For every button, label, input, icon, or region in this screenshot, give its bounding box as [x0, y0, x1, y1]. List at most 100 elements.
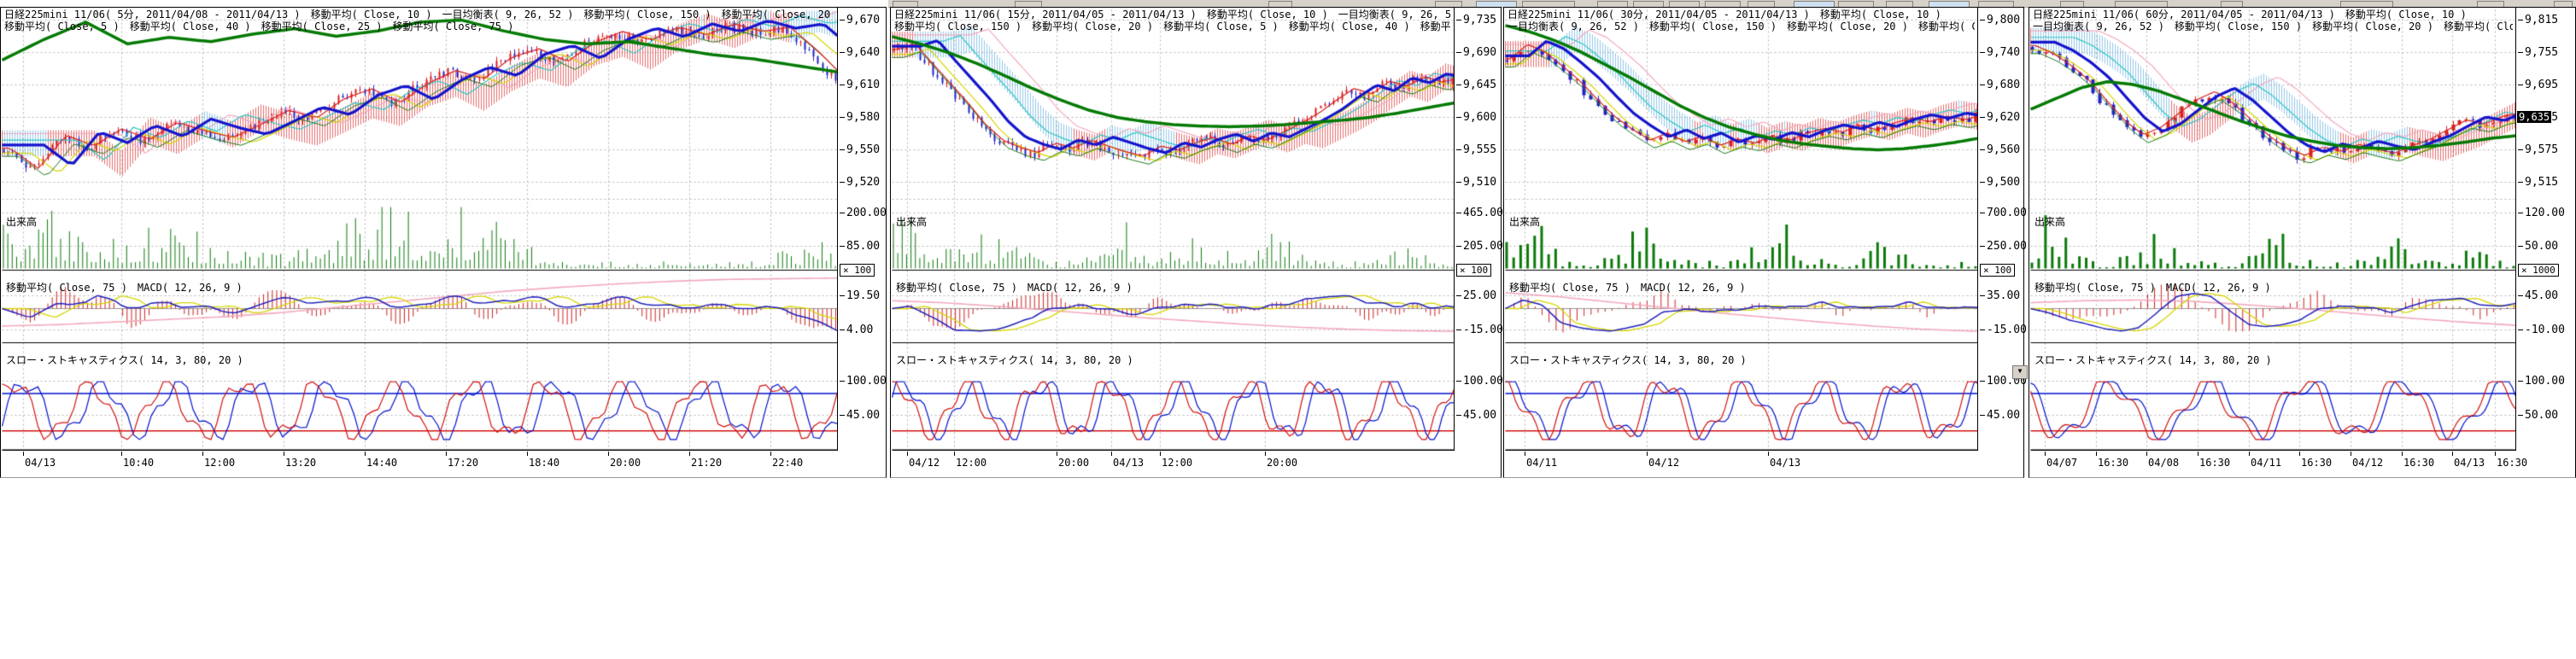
axis-tick [1980, 117, 1985, 118]
time-axis-label: 13:20 [285, 457, 316, 469]
chart-indicator-legend: 一目均衡表( 9, 26, 52 ) 移動平均( Close, 150 ) 移動… [2033, 21, 2513, 32]
axis-value-label: 250.00 [1980, 240, 2027, 253]
time-axis-label: 14:40 [366, 457, 397, 469]
axis-divider [1454, 8, 1455, 451]
axis-tick [2518, 295, 2523, 296]
candlestick-chart-canvas[interactable] [2030, 9, 2515, 451]
candlestick-chart-canvas[interactable] [1505, 9, 1977, 451]
axis-tick [840, 295, 845, 296]
volume-section-label: 出来高 [1509, 214, 1540, 229]
axis-value-label: 9,555 [1456, 143, 1496, 156]
chart-window-30min: 日経225mini 11/06( 30分, 2011/04/05 - 2011/… [1503, 7, 2024, 478]
axis-tick [840, 52, 845, 53]
axis-value-label: 9,670 [840, 14, 880, 26]
axis-value-label: 9,690 [1456, 46, 1496, 59]
axis-value-label: 9,560 [1980, 143, 2020, 156]
axis-tick [840, 117, 845, 118]
chart-title: 日経225mini 11/06( 30分, 2011/04/05 - 2011/… [1508, 9, 1975, 20]
axis-value-label: 9,640 [840, 46, 880, 59]
time-axis-label: 10:40 [123, 457, 154, 469]
axis-value-label: 25.00 [1456, 289, 1496, 302]
axis-tick [2518, 52, 2523, 53]
time-axis-label: 16:30 [2497, 457, 2527, 469]
axis-value-label: -15.00 [1456, 324, 1503, 336]
time-axis-label: 16:30 [2199, 457, 2230, 469]
axis-tick [1980, 182, 1985, 183]
volume-section-label: 出来高 [2034, 214, 2065, 229]
axis-value-label: 45.00 [2518, 289, 2558, 302]
chart-indicator-legend: 移動平均( Close, 5 ) 移動平均( Close, 40 ) 移動平均(… [4, 21, 834, 32]
axis-tick [1980, 295, 1985, 296]
time-axis-tick [2249, 452, 2250, 456]
macd-section-label: 移動平均( Close, 75 ) MACD( 12, 26, 9 ) [896, 280, 1133, 295]
axis-value-label: -15.00 [1980, 324, 2027, 336]
axis-value-label: 9,510 [1456, 176, 1496, 189]
time-axis-tick [1768, 452, 1769, 456]
time-axis-label: 04/12 [909, 457, 940, 469]
time-axis-label: 18:40 [529, 457, 559, 469]
time-axis-label: 16:30 [2098, 457, 2128, 469]
axis-tick [2518, 149, 2523, 150]
time-axis-label: 16:30 [2301, 457, 2332, 469]
time-axis: 04/1104/1204/13 [1505, 451, 2024, 473]
macd-section-label: 移動平均( Close, 75 ) MACD( 12, 26, 9 ) [2034, 280, 2271, 295]
candlestick-chart-canvas[interactable] [892, 9, 1454, 451]
time-axis-label: 16:30 [2403, 457, 2434, 469]
time-axis-tick [365, 452, 366, 456]
axis-value-label: 9,580 [840, 111, 880, 124]
chart-window-60min: 日経225mini 11/06( 60分, 2011/04/05 - 2011/… [2029, 7, 2576, 478]
time-axis-label: 04/11 [2251, 457, 2281, 469]
time-axis-label: 04/08 [2148, 457, 2179, 469]
axis-value-label: 9,740 [1980, 46, 2020, 59]
volume-section-label: 出来高 [6, 214, 37, 229]
time-axis-label: 12:00 [1162, 457, 1192, 469]
axis-value-label: 9,620 [1980, 111, 2020, 124]
time-axis-tick [1647, 452, 1648, 456]
axis-tick [2518, 246, 2523, 247]
axis-divider [837, 8, 838, 451]
axis-value-label: 9,500 [1980, 176, 2020, 189]
stochastics-section-label: スロー・ストキャスティクス( 14, 3, 80, 20 ) [6, 353, 243, 367]
axis-divider [2515, 8, 2516, 451]
scroll-down-button[interactable]: ▼ [2012, 365, 2028, 379]
axis-value-label: 9,520 [840, 176, 880, 189]
time-axis-tick [2146, 452, 2147, 456]
axis-value-label: 45.00 [1980, 409, 2020, 422]
axis-value-label: 35.00 [1980, 289, 2020, 302]
axis-tick [2518, 415, 2523, 416]
time-axis-tick [446, 452, 447, 456]
axis-tick [1456, 415, 1461, 416]
axis-value-label: 9,515 [2518, 176, 2558, 189]
axis-value-label: 50.00 [2518, 240, 2558, 253]
time-axis-tick [121, 452, 122, 456]
time-axis-label: 04/07 [2046, 457, 2077, 469]
time-axis-tick [689, 452, 690, 456]
axis-tick [1980, 381, 1985, 382]
time-axis: 04/1310:4012:0013:2014:4017:2018:4020:00… [2, 451, 887, 473]
axis-value-label: -10.00 [2518, 324, 2565, 336]
time-axis-label: 04/13 [2454, 457, 2485, 469]
time-axis: 04/1212:0020:0004/1312:0020:00 [892, 451, 1502, 473]
axis-value-label: 85.00 [840, 240, 880, 253]
time-axis-tick [2402, 452, 2403, 456]
macd-section-label: 移動平均( Close, 75 ) MACD( 12, 26, 9 ) [6, 280, 243, 295]
time-axis-label: 17:20 [448, 457, 478, 469]
time-axis-tick [1160, 452, 1161, 456]
axis-value-label: 200.00 [840, 207, 887, 219]
axis-value-label: 9,800 [1980, 14, 2020, 26]
candlestick-chart-canvas[interactable] [2, 9, 837, 451]
axis-value-label: 9,575 [2518, 143, 2558, 156]
stochastics-section-label: スロー・ストキャスティクス( 14, 3, 80, 20 ) [1509, 353, 1747, 367]
axis-tick [840, 381, 845, 382]
axis-tick [1456, 246, 1461, 247]
axis-tick [1456, 52, 1461, 53]
axis-value-label: 205.00 [1456, 240, 1503, 253]
time-axis-tick [2495, 452, 2496, 456]
time-axis-label: 04/13 [1770, 457, 1800, 469]
axis-tick [1456, 182, 1461, 183]
axis-tick [840, 182, 845, 183]
time-axis-label: 12:00 [204, 457, 235, 469]
chart-title: 日経225mini 11/06( 5分, 2011/04/08 - 2011/0… [4, 9, 834, 20]
axis-value-label: 120.00 [2518, 207, 2565, 219]
axis-value-label: 9,815 [2518, 14, 2558, 26]
